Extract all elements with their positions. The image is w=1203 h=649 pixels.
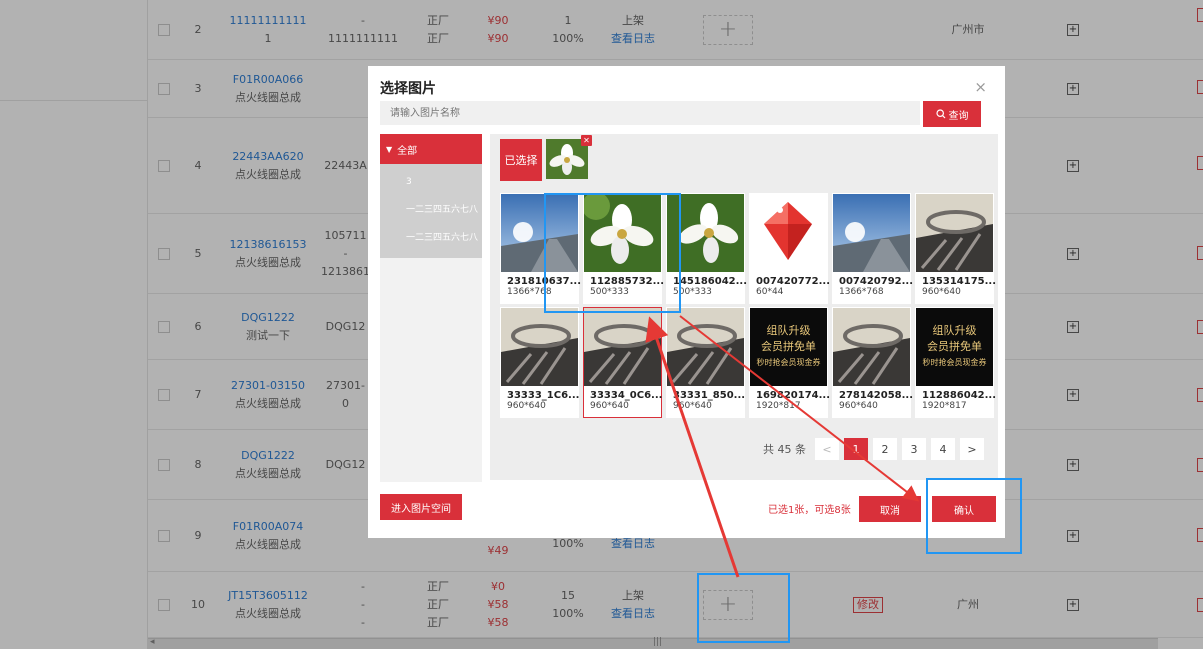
image-thumbnail <box>750 194 827 272</box>
image-dimensions: 500*333 <box>590 287 629 297</box>
enter-image-space-button[interactable]: 进入图片空间 <box>380 494 462 520</box>
image-gallery: 已选择 ✕ 231810637... 1366*768 112885732... 50… <box>490 134 998 480</box>
close-icon[interactable]: × <box>974 78 987 96</box>
image-card[interactable]: 145186042... 500*333 <box>666 193 748 304</box>
image-thumbnail <box>584 194 661 272</box>
image-card[interactable]: 33334_0C6... 960*640 <box>583 307 662 418</box>
next-page-button[interactable]: > <box>960 438 984 460</box>
page-1-button[interactable]: 1 <box>844 438 868 460</box>
image-dimensions: 960*640 <box>507 401 546 411</box>
image-thumbnail: 组队升级会员拼免单秒时抢会员现金券 <box>916 308 993 386</box>
image-dimensions: 960*640 <box>922 287 961 297</box>
image-thumbnail <box>501 308 578 386</box>
page-4-button[interactable]: 4 <box>931 438 955 460</box>
image-thumbnail <box>501 194 578 272</box>
svg-text:会员拼免单: 会员拼免单 <box>761 339 816 353</box>
image-thumbnail <box>833 194 910 272</box>
image-name: 007420792... <box>839 276 914 287</box>
page-3-button[interactable]: 3 <box>902 438 926 460</box>
image-name: 112885732... <box>590 276 665 287</box>
image-card[interactable]: 135314175... 960*640 <box>915 193 997 304</box>
select-image-dialog: 选择图片 × 查询 ▼ 全部 3 一二三四五六七八 一二三四五六七八 已选择 ✕… <box>368 66 1005 538</box>
image-name: 007420772... <box>756 276 831 287</box>
confirm-button[interactable]: 确认 <box>932 496 996 522</box>
image-dimensions: 960*640 <box>590 401 629 411</box>
cancel-button[interactable]: 取消 <box>859 496 921 522</box>
image-card[interactable]: 组队升级会员拼免单秒时抢会员现金券 112886042... 1920*817 <box>915 307 997 418</box>
search-button-label: 查询 <box>948 110 969 122</box>
image-thumbnail: 组队升级会员拼免单秒时抢会员现金券 <box>750 308 827 386</box>
tree-item[interactable]: 3 <box>380 172 482 200</box>
image-dimensions: 60*44 <box>756 287 784 297</box>
image-thumbnail <box>833 308 910 386</box>
image-card[interactable]: 33333_1C6... 960*640 <box>500 307 579 418</box>
image-card[interactable]: 33331_850... 960*640 <box>666 307 745 418</box>
image-thumbnail <box>667 194 744 272</box>
image-name: 231810637... <box>507 276 582 287</box>
image-dimensions: 960*640 <box>839 401 878 411</box>
tree-item-label: 全部 <box>397 145 418 157</box>
image-name: 112886042... <box>922 390 997 401</box>
image-dimensions: 1366*768 <box>839 287 884 297</box>
image-card[interactable]: 007420792... 1366*768 <box>832 193 914 304</box>
search-button[interactable]: 查询 <box>923 101 981 127</box>
image-card[interactable]: 007420772... 60*44 <box>749 193 831 304</box>
image-name: 33334_0C6... <box>590 390 663 401</box>
tree-item[interactable]: 一二三四五六七八 <box>380 200 482 228</box>
image-dimensions: 1920*817 <box>922 401 967 411</box>
tree-item[interactable]: 一二三四五六七八 <box>380 228 482 256</box>
image-dimensions: 1366*768 <box>507 287 552 297</box>
page-2-button[interactable]: 2 <box>873 438 897 460</box>
selected-image-thumb[interactable]: ✕ <box>546 135 592 179</box>
image-name: 145186042... <box>673 276 748 287</box>
pagination: 共 45 条 < 1 2 3 4 > <box>763 438 984 460</box>
image-dimensions: 500*333 <box>673 287 712 297</box>
prev-page-button[interactable]: < <box>815 438 839 460</box>
image-name: 135314175... <box>922 276 997 287</box>
page-total: 共 45 条 <box>763 443 806 456</box>
svg-text:组队升级: 组队升级 <box>767 323 811 337</box>
image-card[interactable]: 278142058... 960*640 <box>832 307 914 418</box>
remove-selected-icon[interactable]: ✕ <box>581 135 592 146</box>
dialog-title: 选择图片 <box>380 81 436 97</box>
svg-text:秒时抢会员现金券: 秒时抢会员现金券 <box>757 357 821 367</box>
image-card[interactable]: 231810637... 1366*768 <box>500 193 582 304</box>
image-thumbnail <box>916 194 993 272</box>
tree-children: 3 一二三四五六七八 一二三四五六七八 <box>380 164 482 258</box>
image-name: 169820174... <box>756 390 831 401</box>
selected-images-bar: 已选择 ✕ <box>500 135 592 181</box>
image-card[interactable]: 组队升级会员拼免单秒时抢会员现金券 169820174... 1920*817 <box>749 307 831 418</box>
image-thumbnail <box>667 308 744 386</box>
image-dimensions: 1920*817 <box>756 401 801 411</box>
svg-text:会员拼免单: 会员拼免单 <box>927 339 982 353</box>
svg-text:组队升级: 组队升级 <box>933 323 977 337</box>
selection-status: 已选1张，可选8张 <box>768 505 851 516</box>
search-icon <box>935 109 945 119</box>
caret-down-icon: ▼ <box>386 144 393 154</box>
image-thumbnail <box>584 308 661 386</box>
svg-text:秒时抢会员现金券: 秒时抢会员现金券 <box>923 357 987 367</box>
image-name: 33331_850... <box>673 390 746 401</box>
image-name: 33333_1C6... <box>507 390 580 401</box>
image-name: 278142058... <box>839 390 914 401</box>
category-tree: ▼ 全部 3 一二三四五六七八 一二三四五六七八 <box>380 134 482 482</box>
tree-item-all[interactable]: ▼ 全部 <box>380 134 482 164</box>
image-card[interactable]: 112885732... 500*333 <box>583 193 665 304</box>
image-search-input[interactable] <box>380 101 920 125</box>
selected-label: 已选择 <box>500 139 542 181</box>
image-dimensions: 960*640 <box>673 401 712 411</box>
